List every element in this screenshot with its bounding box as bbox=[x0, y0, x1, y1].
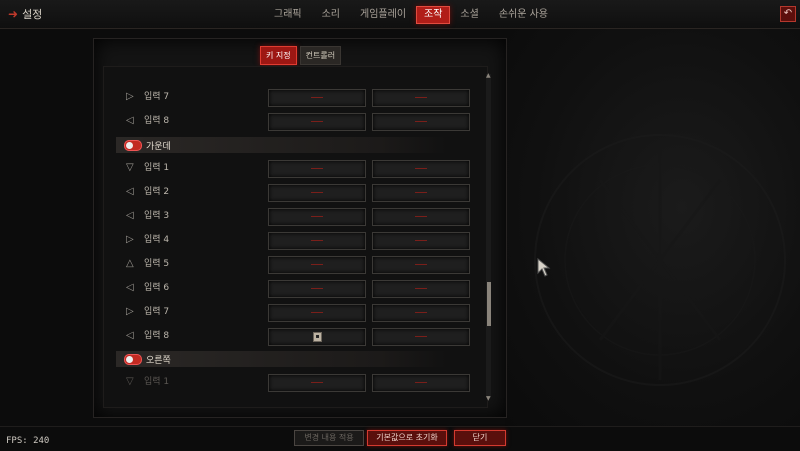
keybind-slot-secondary[interactable] bbox=[372, 160, 470, 178]
row-label: 입력 8 bbox=[144, 116, 170, 126]
tab-controller[interactable]: 컨트롤러 bbox=[299, 46, 342, 65]
arrow-right-outline-icon: ▷ bbox=[126, 91, 134, 102]
arrow-up-right-outline-icon: ◁ bbox=[126, 282, 134, 293]
tab-social[interactable]: 소셜 bbox=[450, 6, 488, 24]
keybind-slot-primary[interactable] bbox=[268, 208, 366, 226]
return-icon: ↶ bbox=[783, 8, 793, 19]
apply-changes-button[interactable]: 변경 내용 적용 bbox=[294, 430, 364, 446]
arrow-up-left-outline-icon: ◁ bbox=[126, 330, 134, 341]
row-label: 입력 3 bbox=[144, 211, 170, 221]
scrollbar-track[interactable] bbox=[486, 74, 491, 398]
section-toggle[interactable] bbox=[124, 140, 142, 151]
main-tabs: 그래픽 소리 게임플레이 조작 소셜 손쉬운 사용 bbox=[264, 6, 558, 24]
tab-gameplay[interactable]: 게임플레이 bbox=[350, 6, 416, 24]
list-item: ◁ 입력 3 bbox=[104, 207, 487, 227]
keybind-slot-primary[interactable] bbox=[268, 374, 366, 392]
list-item: ▽ 입력 1 bbox=[104, 159, 487, 179]
arrow-down-outline-icon: ▽ bbox=[126, 376, 134, 387]
list-item: ◁ 입력 6 bbox=[104, 279, 487, 299]
keybind-slot-primary[interactable] bbox=[268, 89, 366, 107]
keybind-slot-secondary[interactable] bbox=[372, 374, 470, 392]
close-button[interactable]: 닫기 bbox=[454, 430, 506, 446]
keybind-slot-secondary[interactable] bbox=[372, 256, 470, 274]
row-label: 입력 1 bbox=[144, 163, 170, 173]
tab-sound[interactable]: 소리 bbox=[312, 6, 350, 24]
keybind-slot-primary[interactable] bbox=[268, 232, 366, 250]
tab-keybinds[interactable]: 키 지정 bbox=[260, 46, 297, 65]
keybind-slot-secondary[interactable] bbox=[372, 89, 470, 107]
keybind-slot-secondary[interactable] bbox=[372, 328, 470, 346]
arrow-up-right-outline-icon: ▷ bbox=[126, 234, 134, 245]
keybind-list: ▷ 입력 7 ◁ 입력 8 가운데 ▽ 입력 1 ◁ 입력 2 ◁ 입력 3 ▷… bbox=[103, 66, 488, 408]
keybind-slot-secondary[interactable] bbox=[372, 208, 470, 226]
row-label: 입력 6 bbox=[144, 283, 170, 293]
scroll-down-icon[interactable]: ▼ bbox=[486, 396, 492, 402]
keybind-slot-primary[interactable]: ▪ bbox=[268, 328, 366, 346]
back-arrow-icon[interactable]: ➜ bbox=[8, 7, 18, 21]
section-toggle[interactable] bbox=[124, 354, 142, 365]
row-label: 입력 2 bbox=[144, 187, 170, 197]
top-bar: ➜ 설정 그래픽 소리 게임플레이 조작 소셜 손쉬운 사용 ↶ bbox=[0, 0, 800, 29]
reset-defaults-button[interactable]: 기본값으로 초기화 bbox=[367, 430, 447, 446]
row-label: 입력 8 bbox=[144, 331, 170, 341]
list-item bbox=[104, 67, 487, 85]
return-button[interactable]: ↶ bbox=[780, 6, 796, 22]
keybind-slot-primary[interactable] bbox=[268, 280, 366, 298]
tab-controls[interactable]: 조작 bbox=[416, 6, 451, 24]
row-label: 입력 4 bbox=[144, 235, 170, 245]
keybind-slot-primary[interactable] bbox=[268, 113, 366, 131]
key-glyph-icon: ▪ bbox=[313, 332, 322, 342]
row-label: 입력 7 bbox=[144, 92, 170, 102]
keybind-slot-secondary[interactable] bbox=[372, 232, 470, 250]
arrow-down-left-outline-icon: ◁ bbox=[126, 186, 134, 197]
list-item: ◁ 입력 8 bbox=[104, 112, 487, 132]
settings-title: ➜ 설정 bbox=[8, 6, 42, 22]
arrow-right-outline-icon: ▷ bbox=[126, 306, 134, 317]
scroll-up-icon[interactable]: ▲ bbox=[486, 73, 492, 79]
tab-graphics[interactable]: 그래픽 bbox=[264, 6, 312, 24]
sigil-background-icon bbox=[534, 134, 786, 386]
list-item: ▷ 입력 7 bbox=[104, 88, 487, 108]
section-label: 오른쪽 bbox=[146, 356, 171, 366]
scrollbar-thumb[interactable] bbox=[487, 282, 491, 326]
keybind-slot-primary[interactable] bbox=[268, 160, 366, 178]
keybind-slot-secondary[interactable] bbox=[372, 280, 470, 298]
arrow-down-outline-icon: ▽ bbox=[126, 162, 134, 173]
arrow-up-outline-icon: △ bbox=[126, 258, 134, 269]
list-item: ▷ 입력 4 bbox=[104, 231, 487, 251]
row-label: 입력 7 bbox=[144, 307, 170, 317]
section-header-right: 오른쪽 bbox=[116, 351, 446, 367]
keybind-slot-primary[interactable] bbox=[268, 184, 366, 202]
keybind-slot-primary[interactable] bbox=[268, 304, 366, 322]
tab-accessibility[interactable]: 손쉬운 사용 bbox=[489, 6, 558, 24]
keybind-slot-primary[interactable] bbox=[268, 256, 366, 274]
row-label: 입력 1 bbox=[144, 377, 170, 387]
keybind-slot-secondary[interactable] bbox=[372, 113, 470, 131]
list-item: ▷ 입력 7 bbox=[104, 303, 487, 323]
page-title: 설정 bbox=[22, 8, 43, 21]
keybind-slot-secondary[interactable] bbox=[372, 184, 470, 202]
keybind-slot-secondary[interactable] bbox=[372, 304, 470, 322]
row-label: 입력 5 bbox=[144, 259, 170, 269]
mouse-cursor-icon bbox=[537, 258, 551, 277]
section-header-middle: 가운데 bbox=[116, 137, 446, 153]
section-label: 가운데 bbox=[146, 142, 171, 152]
fps-counter: FPS: 240 bbox=[6, 436, 50, 446]
list-item: △ 입력 5 bbox=[104, 255, 487, 275]
arrow-up-left-outline-icon: ◁ bbox=[126, 115, 134, 126]
controller-tabs: 키 지정 컨트롤러 bbox=[260, 46, 342, 65]
list-item: ◁ 입력 8 ▪ bbox=[104, 327, 487, 347]
arrow-left-outline-icon: ◁ bbox=[126, 210, 134, 221]
list-item: ◁ 입력 2 bbox=[104, 183, 487, 203]
list-item: ▽ 입력 1 bbox=[104, 373, 487, 393]
